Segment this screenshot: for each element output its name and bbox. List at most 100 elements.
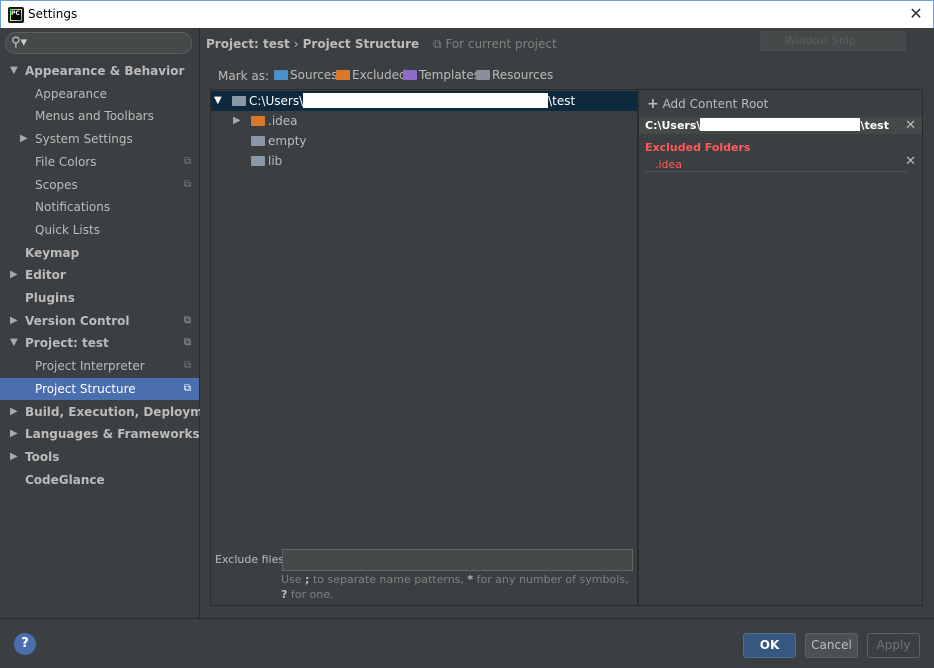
- resources-folder-icon: [476, 70, 490, 80]
- sidebar-item-menus-toolbars[interactable]: Menus and Toolbars: [0, 105, 199, 127]
- sidebar-item-label: Appearance: [35, 87, 108, 101]
- sidebar-item-label: Project: test: [25, 336, 109, 350]
- exclude-files-label: Exclude files:: [215, 553, 288, 566]
- for-current-project-note: ⧉ For current project: [432, 37, 557, 51]
- mark-excluded-button[interactable]: Excluded: [336, 68, 407, 82]
- collapsed-arrow-icon: ▶: [10, 315, 18, 326]
- sidebar-item-version-control[interactable]: ▶ Version Control ⧉: [0, 310, 199, 332]
- project-scope-icon: ⧉: [432, 37, 446, 51]
- collapsed-arrow-icon: ▶: [233, 115, 241, 126]
- help-button[interactable]: ?: [14, 633, 36, 655]
- folder-icon: [251, 136, 265, 146]
- folder-icon: [251, 156, 265, 166]
- close-icon[interactable]: ✕: [907, 5, 925, 23]
- sidebar-item-project-interpreter[interactable]: Project Interpreter ⧉: [0, 355, 199, 377]
- sidebar-item-label: Project Interpreter: [35, 359, 145, 373]
- redacted-username: [303, 93, 549, 108]
- content-root-path-bar: C:\Users\ \test ✕: [639, 117, 922, 134]
- sidebar-item-label: CodeGlance: [25, 473, 105, 487]
- settings-search-field[interactable]: ⚲▾: [5, 32, 192, 54]
- sidebar-item-notifications[interactable]: Notifications: [0, 196, 199, 218]
- exclude-files-input[interactable]: [282, 549, 633, 571]
- sidebar-item-tools[interactable]: ▶ Tools: [0, 446, 199, 468]
- sidebar-item-label: Languages & Frameworks: [25, 427, 200, 441]
- window-titlebar: Settings ✕: [0, 0, 934, 28]
- expanded-arrow-icon: ▼: [214, 95, 222, 106]
- sidebar-item-label: Appearance & Behavior: [25, 64, 185, 78]
- search-icon: ⚲▾: [11, 35, 28, 50]
- project-scope-icon: ⧉: [183, 315, 191, 326]
- sidebar-item-build-execution-deployment[interactable]: ▶ Build, Execution, Deployment: [0, 401, 225, 423]
- sidebar-item-editor[interactable]: ▶ Editor: [0, 264, 199, 286]
- root-path: C:\Users\ \test: [249, 93, 576, 108]
- excluded-folder-item: .idea: [655, 158, 683, 171]
- breadcrumb-parent: Project: test: [206, 37, 290, 51]
- sidebar-item-label: Menus and Toolbars: [35, 109, 154, 123]
- pycharm-logo-icon: [8, 7, 24, 23]
- mark-as-label: Mark as:: [218, 69, 270, 83]
- expanded-arrow-icon: ▼: [10, 65, 18, 76]
- sidebar-item-project-structure[interactable]: Project Structure ⧉: [0, 378, 199, 400]
- window-snip-overlay: Window Snip: [760, 31, 906, 51]
- tree-row-empty[interactable]: empty: [211, 131, 637, 151]
- sidebar-item-quick-lists[interactable]: Quick Lists: [0, 219, 199, 241]
- sidebar-item-label: Notifications: [35, 200, 111, 214]
- tree-row-idea[interactable]: ▶ .idea: [211, 111, 637, 131]
- sidebar-item-label: Build, Execution, Deployment: [25, 405, 226, 419]
- cancel-button[interactable]: Cancel: [805, 633, 858, 658]
- divider: [645, 171, 907, 172]
- sidebar-item-scopes[interactable]: Scopes ⧉: [0, 174, 199, 196]
- redacted-username: [700, 118, 861, 131]
- collapsed-arrow-icon: ▶: [10, 269, 18, 280]
- sidebar-item-label: Quick Lists: [35, 223, 100, 237]
- sidebar-item-project-test[interactable]: ▼ Project: test ⧉: [0, 332, 199, 354]
- sidebar-item-file-colors[interactable]: File Colors ⧉: [0, 151, 199, 173]
- sidebar-item-appearance-behavior[interactable]: ▼ Appearance & Behavior: [0, 60, 199, 82]
- window-title: Settings: [28, 7, 78, 21]
- sidebar-item-label: Editor: [25, 268, 66, 282]
- remove-excluded-icon[interactable]: ✕: [905, 154, 916, 169]
- mark-resources-button[interactable]: Resources: [476, 68, 553, 82]
- sidebar-item-label: Project Structure: [35, 382, 136, 396]
- project-scope-icon: ⧉: [183, 179, 191, 190]
- sidebar-item-keymap[interactable]: Keymap: [0, 242, 199, 264]
- sidebar-item-label: Tools: [25, 450, 60, 464]
- expanded-arrow-icon: ▼: [10, 337, 18, 348]
- project-scope-icon: ⧉: [183, 360, 191, 371]
- apply-button[interactable]: Apply: [867, 633, 920, 658]
- collapsed-arrow-icon: ▶: [10, 406, 18, 417]
- sidebar-item-languages-frameworks[interactable]: ▶ Languages & Frameworks: [0, 423, 200, 445]
- content-root-panel: + Add Content Root C:\Users\ \test ✕ Excl…: [638, 89, 923, 606]
- excluded-folder-icon: [251, 116, 265, 126]
- folder-name: lib: [268, 154, 283, 168]
- exclude-files-hint: Use ; to separate name patterns, * for a…: [281, 573, 629, 601]
- breadcrumb: Project: test › Project Structure ⧉ For cu…: [206, 37, 557, 52]
- collapsed-arrow-icon: ▶: [10, 428, 18, 439]
- sidebar-item-codeglance[interactable]: CodeGlance: [0, 469, 199, 491]
- add-content-root-button[interactable]: + Add Content Root: [647, 96, 768, 112]
- tree-row-root[interactable]: ▼ C:\Users\ \test: [211, 91, 637, 111]
- sidebar-item-label: File Colors: [35, 155, 97, 169]
- excluded-folder-icon: [336, 70, 350, 80]
- folder-name: empty: [268, 134, 307, 148]
- excluded-folders-header: Excluded Folders: [645, 141, 751, 154]
- sidebar-item-system-settings[interactable]: ▶ System Settings: [0, 128, 199, 150]
- sidebar-item-label: Scopes: [35, 178, 78, 192]
- sidebar-item-plugins[interactable]: Plugins: [0, 287, 199, 309]
- folder-name: .idea: [268, 114, 298, 128]
- mark-sources-button[interactable]: Sources: [274, 68, 337, 82]
- sources-folder-icon: [274, 70, 288, 80]
- remove-content-root-icon[interactable]: ✕: [905, 117, 916, 134]
- project-scope-icon: ⧉: [183, 383, 191, 394]
- ok-button[interactable]: OK: [743, 633, 796, 658]
- sidebar-item-appearance[interactable]: Appearance: [0, 83, 199, 105]
- tree-row-lib[interactable]: lib: [211, 151, 637, 171]
- plus-icon: +: [647, 96, 659, 112]
- templates-folder-icon: [403, 70, 417, 80]
- mark-templates-button[interactable]: Templates: [403, 68, 480, 82]
- sidebar-item-label: Keymap: [25, 246, 80, 260]
- collapsed-arrow-icon: ▶: [20, 133, 28, 144]
- project-scope-icon: ⧉: [183, 337, 191, 348]
- settings-sidebar: ⚲▾ ▼ Appearance & Behavior Appearance Me…: [0, 28, 225, 618]
- sidebar-item-label: Plugins: [25, 291, 75, 305]
